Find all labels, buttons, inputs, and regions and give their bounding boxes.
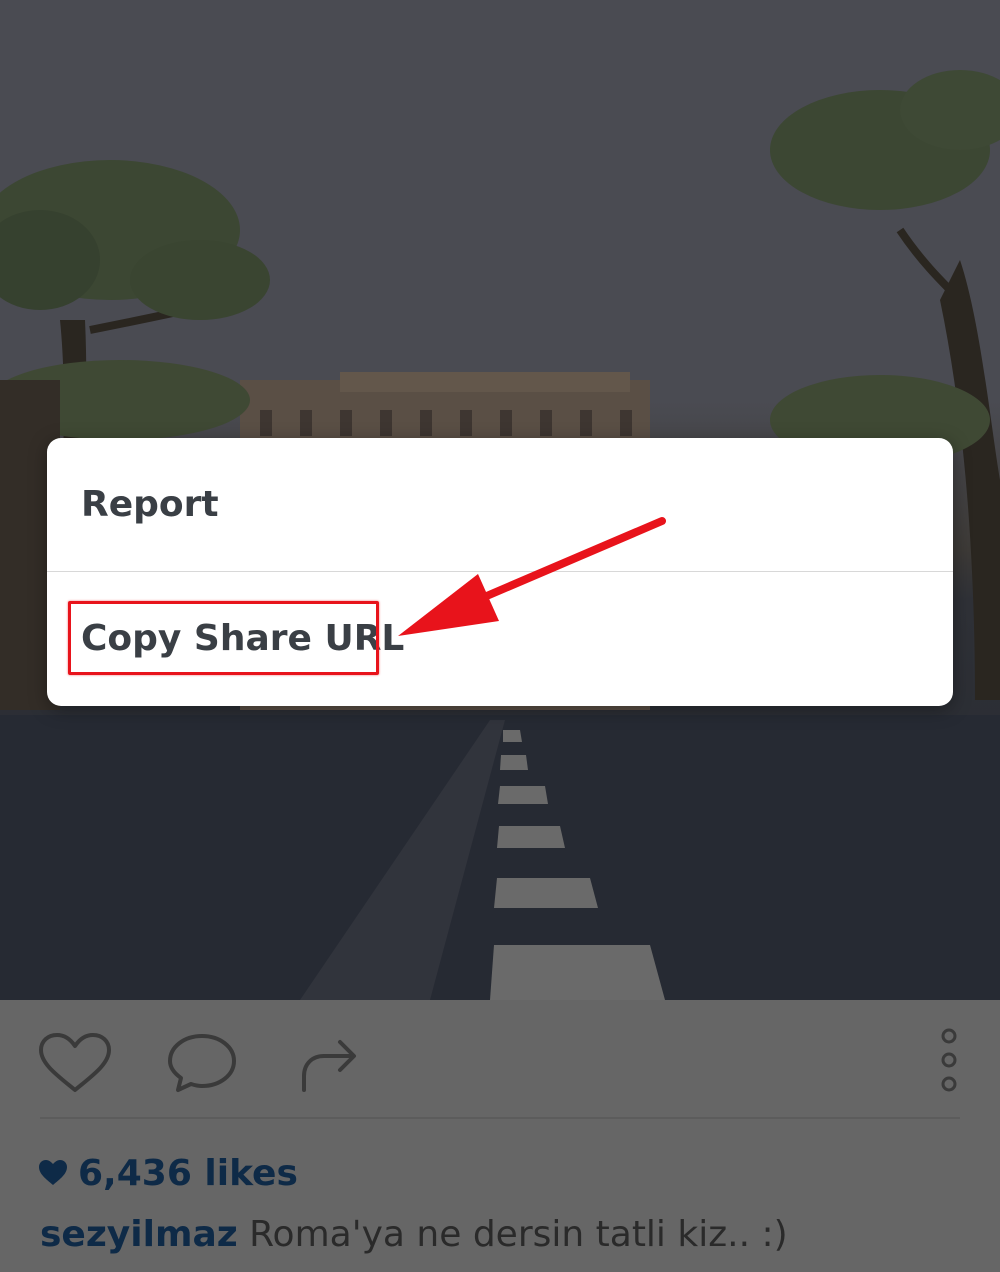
post-action-bar <box>0 1000 1000 1118</box>
likes-heart-icon <box>39 1160 67 1185</box>
highlight-box-annotation <box>68 601 379 675</box>
more-options-icon[interactable] <box>935 1026 963 1096</box>
caption-text: Roma'ya ne dersin tatli kiz.. :) <box>249 1214 788 1255</box>
post-caption: sezyilmaz Roma'ya ne dersin tatli kiz.. … <box>40 1214 788 1255</box>
heart-icon[interactable] <box>38 1032 112 1094</box>
comment-icon[interactable] <box>166 1032 238 1094</box>
likes-row[interactable]: 6,436 likes <box>38 1150 298 1196</box>
caption-username[interactable]: sezyilmaz <box>40 1214 238 1255</box>
likes-count: 6,436 likes <box>78 1152 298 1194</box>
action-bar-divider <box>40 1117 960 1119</box>
road <box>0 715 1000 1000</box>
share-icon[interactable] <box>298 1034 358 1094</box>
report-option-label: Report <box>81 484 219 525</box>
report-option[interactable]: Report <box>47 438 953 571</box>
